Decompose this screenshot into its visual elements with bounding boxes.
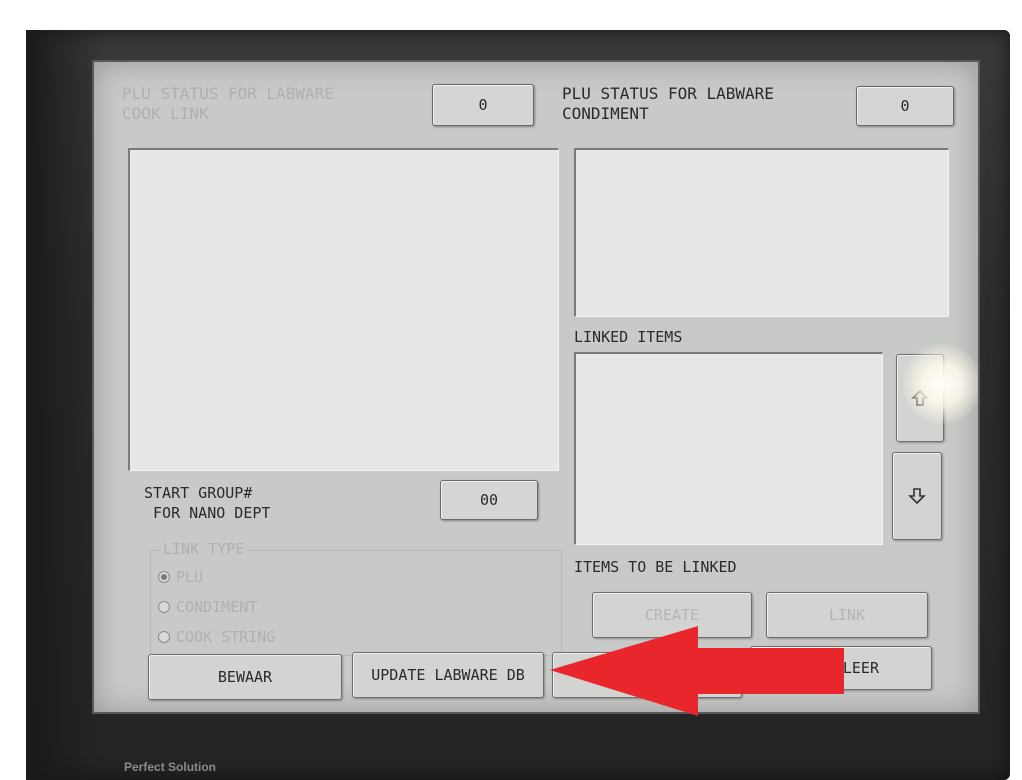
radio-cook-string[interactable] xyxy=(158,631,170,643)
items-to-be-linked-label: ITEMS TO BE LINKED xyxy=(574,558,737,576)
touch-screen: PLU STATUS FOR LABWARE COOK LINK 0 PLU S… xyxy=(92,60,980,714)
cook-link-plu-list[interactable] xyxy=(128,148,559,471)
link-type-option-condiment[interactable]: CONDIMENT xyxy=(158,598,257,616)
condiment-title-line1: PLU STATUS FOR LABWARE xyxy=(562,84,774,103)
linked-items-label: LINKED ITEMS xyxy=(574,328,683,346)
update-labware-db-button[interactable]: UPDATE LABWARE DB xyxy=(352,652,544,698)
device-brand-label: Perfect Solution xyxy=(124,760,217,774)
radio-plu[interactable] xyxy=(158,571,170,583)
radio-condiment-label: CONDIMENT xyxy=(176,598,258,616)
scroll-down-button[interactable] xyxy=(892,452,942,540)
radio-plu-label: PLU xyxy=(176,568,204,586)
cook-link-title-line1: PLU STATUS FOR LABWARE xyxy=(122,84,334,103)
bewaar-button[interactable]: BEWAAR xyxy=(148,654,342,700)
start-group-label-line2: FOR NANO DEPT xyxy=(144,504,271,522)
radio-condiment[interactable] xyxy=(158,601,170,613)
radio-cook-string-label: COOK STRING xyxy=(176,628,276,646)
link-type-legend: LINK TYPE xyxy=(160,540,248,558)
link-type-option-plu[interactable]: PLU xyxy=(158,568,203,586)
start-group-label-line1: START GROUP# xyxy=(144,484,253,502)
condiment-title-line2: CONDIMENT xyxy=(562,104,649,123)
condiment-plu-list[interactable] xyxy=(574,148,949,317)
link-type-option-cook-string[interactable]: COOK STRING xyxy=(158,628,275,646)
condiment-count: 0 xyxy=(856,86,954,126)
cook-link-title-line2: COOK LINK xyxy=(122,104,209,123)
cook-link-count: 0 xyxy=(432,84,534,126)
arrow-down-icon xyxy=(908,488,926,505)
start-group-input[interactable]: 00 xyxy=(440,480,538,520)
red-annotation-arrow-icon xyxy=(550,626,844,716)
screen-glare xyxy=(902,344,978,424)
linked-items-list[interactable] xyxy=(574,352,883,545)
